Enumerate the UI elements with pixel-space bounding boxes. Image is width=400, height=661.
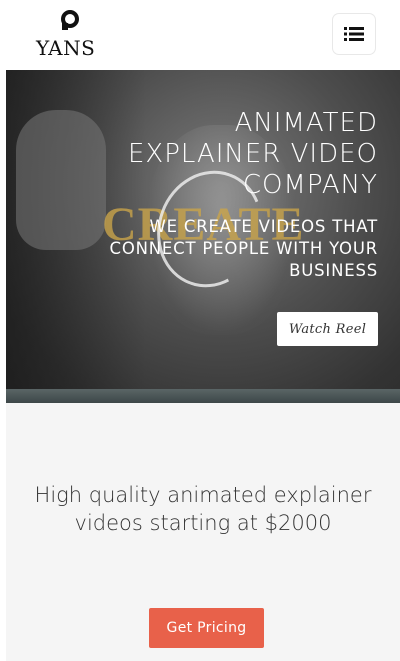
intro-text: High quality animated explainer videos s…: [20, 481, 386, 537]
hero-bottom-bar: [6, 389, 400, 403]
hero-title-line: COMPANY: [242, 170, 378, 200]
list-icon: [344, 27, 364, 41]
site-header: YANS: [0, 0, 400, 70]
site-logo[interactable]: YANS: [34, 8, 106, 64]
hero-subtitle: WE CREATE VIDEOS THAT CONNECT PEOPLE WIT…: [18, 216, 378, 282]
hero-title-line: ANIMATED: [234, 108, 378, 138]
intro-text-line: High quality animated explainer: [34, 483, 372, 507]
logo-text: YANS: [36, 36, 96, 60]
intro-section: High quality animated explainer videos s…: [6, 403, 400, 661]
hero-title-line: EXPLAINER VIDEO: [127, 139, 378, 169]
hero-subtitle-line: WE CREATE VIDEOS THAT: [149, 217, 378, 236]
hero-title: ANIMATED EXPLAINER VIDEO COMPANY: [48, 108, 378, 201]
hero-subtitle-line: CONNECT PEOPLE WITH YOUR: [109, 239, 378, 258]
hero-subtitle-line: BUSINESS: [289, 261, 378, 280]
watch-reel-button[interactable]: Watch Reel: [277, 312, 378, 346]
get-pricing-button[interactable]: Get Pricing: [149, 608, 264, 648]
menu-button[interactable]: [333, 14, 375, 54]
intro-text-line: videos starting at $2000: [74, 511, 332, 535]
hero-section: CREATE ANIMATED EXPLAINER VIDEO COMPANY …: [6, 70, 400, 403]
logo-icon: [61, 10, 79, 30]
